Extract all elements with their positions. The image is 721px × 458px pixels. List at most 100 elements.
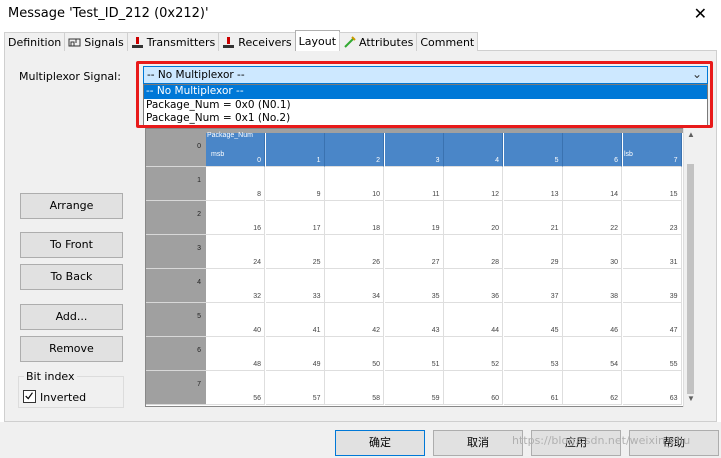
bit-cell[interactable]: 45 xyxy=(503,303,563,337)
bit-number: 18 xyxy=(372,225,380,232)
bit-cell[interactable]: 24 xyxy=(206,235,265,269)
bit-cell[interactable]: 17 xyxy=(265,201,325,235)
bit-cell[interactable]: 14 xyxy=(563,167,622,201)
scroll-thumb[interactable] xyxy=(687,164,694,394)
bit-cell[interactable]: 54 xyxy=(563,337,622,371)
ok-button[interactable]: 确定 xyxy=(335,430,425,456)
bit-cell[interactable]: 36 xyxy=(444,269,503,303)
bit-cell[interactable]: 50 xyxy=(325,337,384,371)
remove-button[interactable]: Remove xyxy=(20,336,123,362)
bit-cell[interactable]: 57 xyxy=(265,371,325,405)
bit-cell[interactable]: 22 xyxy=(563,201,622,235)
cancel-button[interactable]: 取消 xyxy=(433,430,523,456)
multiplexor-label: Multiplexor Signal: xyxy=(19,70,121,83)
bit-cell[interactable]: 1 xyxy=(265,133,325,167)
bit-cell[interactable]: 13 xyxy=(503,167,563,201)
bit-cell[interactable]: 44 xyxy=(444,303,503,337)
bit-number: 7 xyxy=(673,157,678,164)
bit-cell[interactable]: 18 xyxy=(325,201,384,235)
bit-cell[interactable]: 25 xyxy=(265,235,325,269)
bit-cell[interactable]: 62 xyxy=(563,371,622,405)
bit-number: 17 xyxy=(312,225,321,232)
bit-cell[interactable]: 41 xyxy=(265,303,325,337)
to-back-button[interactable]: To Back xyxy=(20,264,123,290)
bit-cell[interactable]: 11 xyxy=(384,167,444,201)
bit-cell[interactable]: 61 xyxy=(503,371,563,405)
bit-number: 20 xyxy=(491,225,499,232)
bit-cell[interactable]: 30 xyxy=(563,235,622,269)
to-front-button[interactable]: To Front xyxy=(20,232,123,258)
bit-cell[interactable]: 53 xyxy=(503,337,563,371)
bit-cell[interactable]: 31 xyxy=(622,235,682,269)
bit-cell[interactable]: 3 xyxy=(384,133,444,167)
bit-cell[interactable]: 35 xyxy=(384,269,444,303)
bit-cell[interactable]: 55 xyxy=(622,337,682,371)
vertical-scrollbar[interactable]: ▲ ▼ xyxy=(683,128,697,407)
tab-receivers[interactable]: Receivers xyxy=(218,32,296,51)
tab-signals[interactable]: Signals xyxy=(64,32,128,51)
bit-cell[interactable]: 43 xyxy=(384,303,444,337)
bit-cell[interactable]: 63 xyxy=(622,371,682,405)
bit-cell[interactable]: 39 xyxy=(622,269,682,303)
bit-cell[interactable]: 10 xyxy=(325,167,384,201)
bit-number: 2 xyxy=(376,157,380,164)
bit-cell[interactable]: 38 xyxy=(563,269,622,303)
bit-cell[interactable]: 5 xyxy=(503,133,563,167)
tab-transmitters[interactable]: Transmitters xyxy=(126,32,220,51)
bit-cell[interactable]: 8 xyxy=(206,167,265,201)
bit-cell[interactable]: 26 xyxy=(325,235,384,269)
tab-attributes[interactable]: Attributes xyxy=(339,32,418,51)
bit-cell[interactable]: 29 xyxy=(503,235,563,269)
bit-cell[interactable]: 34 xyxy=(325,269,384,303)
bit-cell[interactable]: 15 xyxy=(622,167,682,201)
bit-cell[interactable]: 2 xyxy=(325,133,384,167)
bit-cell[interactable]: 59 xyxy=(384,371,444,405)
bit-cell[interactable]: 51 xyxy=(384,337,444,371)
bit-number: 25 xyxy=(312,259,321,266)
bit-cell[interactable]: 23 xyxy=(622,201,682,235)
bit-cell[interactable]: 9 xyxy=(265,167,325,201)
bit-cell[interactable]: 6 xyxy=(563,133,622,167)
bit-number: 54 xyxy=(610,361,618,368)
bit-cell[interactable]: 20 xyxy=(444,201,503,235)
inverted-checkbox[interactable] xyxy=(23,390,36,403)
row-header: 4 xyxy=(146,269,206,303)
tab-layout[interactable]: Layout xyxy=(294,30,341,51)
bit-cell[interactable]: 49 xyxy=(265,337,325,371)
bit-cell[interactable]: 7 xyxy=(622,133,682,167)
bit-cell[interactable]: 47 xyxy=(622,303,682,337)
bit-cell[interactable]: 42 xyxy=(325,303,384,337)
bit-cell[interactable]: 4 xyxy=(444,133,503,167)
tab-strip: Definition Signals Transmitters Receiver… xyxy=(4,30,479,51)
bit-cell[interactable]: 19 xyxy=(384,201,444,235)
scroll-up-icon[interactable]: ▲ xyxy=(687,130,695,139)
bit-cell[interactable]: 16 xyxy=(206,201,265,235)
bit-number: 40 xyxy=(253,327,261,334)
close-icon[interactable]: ✕ xyxy=(694,4,707,23)
scroll-down-icon[interactable]: ▼ xyxy=(687,394,695,403)
bit-number: 49 xyxy=(312,361,321,368)
dialog-window: Message 'Test_ID_212 (0x212)' ✕ Definiti… xyxy=(0,0,721,458)
bit-cell[interactable]: 48 xyxy=(206,337,265,371)
bit-number: 58 xyxy=(372,395,380,402)
bit-cell[interactable]: 28 xyxy=(444,235,503,269)
bit-cell[interactable]: 40 xyxy=(206,303,265,337)
bit-number: 59 xyxy=(431,395,440,402)
bit-cell[interactable]: 21 xyxy=(503,201,563,235)
bit-cell[interactable]: 46 xyxy=(563,303,622,337)
bit-cell[interactable]: 37 xyxy=(503,269,563,303)
bit-cell[interactable]: 52 xyxy=(444,337,503,371)
bit-cell[interactable]: 12 xyxy=(444,167,503,201)
bit-layout-grid[interactable]: 0 0 1 2 3 4 5 6 7 1 8 9 10 11 12 13 14 15 2 16 17 18 19 20 21 22 2… xyxy=(145,128,684,407)
bit-cell[interactable]: 60 xyxy=(444,371,503,405)
bit-cell[interactable]: 58 xyxy=(325,371,384,405)
bit-cell[interactable]: 27 xyxy=(384,235,444,269)
bit-number: 28 xyxy=(491,259,499,266)
bit-cell[interactable]: 32 xyxy=(206,269,265,303)
tab-definition[interactable]: Definition xyxy=(4,32,66,51)
bit-cell[interactable]: 56 xyxy=(206,371,265,405)
tab-comment[interactable]: Comment xyxy=(416,32,479,51)
add-button[interactable]: Add... xyxy=(20,304,123,330)
arrange-button[interactable]: Arrange xyxy=(20,193,123,219)
bit-cell[interactable]: 33 xyxy=(265,269,325,303)
